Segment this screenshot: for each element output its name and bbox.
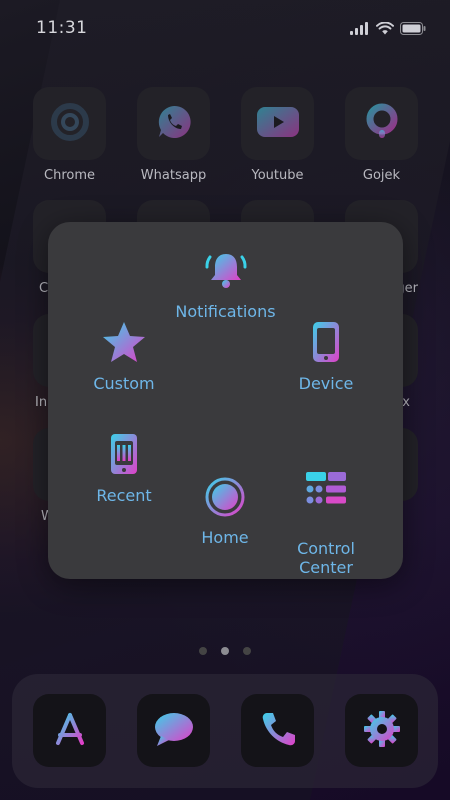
star-icon: [101, 320, 147, 368]
menu-device[interactable]: Device: [276, 320, 376, 393]
status-bar: 11:31: [0, 0, 450, 56]
assistive-touch-menu: Notifications Custom Device Recent Contr…: [48, 222, 403, 579]
youtube-icon: [256, 106, 299, 141]
menu-label: Recent: [96, 486, 152, 505]
menu-label: Notifications: [175, 302, 276, 321]
page-dot-active[interactable]: [221, 647, 229, 655]
gojek-icon: [362, 102, 402, 146]
status-icons: [350, 21, 426, 35]
settings-icon: [362, 709, 402, 753]
page-dot[interactable]: [243, 647, 251, 655]
page-indicator[interactable]: [0, 647, 450, 655]
app-store-icon: [50, 709, 90, 753]
menu-home[interactable]: Home: [175, 476, 275, 547]
menu-recent[interactable]: Recent: [74, 432, 174, 505]
menu-label: Control Center: [297, 539, 355, 577]
menu-custom[interactable]: Custom: [74, 320, 174, 393]
messages-icon: [153, 710, 195, 752]
page-dot[interactable]: [199, 647, 207, 655]
app-gojek[interactable]: Gojek: [345, 87, 418, 183]
app-whatsapp[interactable]: Whatsapp: [137, 87, 210, 183]
bell-icon: [204, 248, 248, 296]
chrome-icon: [50, 102, 90, 146]
home-button-icon: [204, 476, 246, 522]
device-icon: [311, 320, 341, 368]
control-center-icon: [304, 451, 348, 514]
battery-icon: [400, 21, 426, 35]
app-label: Whatsapp: [140, 168, 207, 183]
menu-control-center[interactable]: Control Center: [276, 432, 376, 596]
dock-phone[interactable]: [241, 694, 314, 767]
status-time: 11:31: [36, 18, 88, 38]
recent-apps-icon: [109, 432, 139, 480]
whatsapp-icon: [154, 102, 194, 146]
menu-notifications[interactable]: Notifications: [158, 248, 293, 321]
dock-app-store[interactable]: [33, 694, 106, 767]
app-youtube[interactable]: Youtube: [241, 87, 314, 183]
menu-label: Custom: [93, 374, 155, 393]
signal-icon: [350, 21, 370, 35]
menu-label: Device: [298, 374, 354, 393]
app-label: Youtube: [251, 168, 304, 183]
app-label: Gojek: [362, 168, 401, 183]
app-chrome[interactable]: Chrome: [33, 87, 106, 183]
dock-messages[interactable]: [137, 694, 210, 767]
dock-settings[interactable]: [345, 694, 418, 767]
phone-icon: [258, 709, 298, 753]
dock: [12, 674, 438, 788]
app-label: Chrome: [44, 168, 95, 183]
menu-label: Home: [201, 528, 249, 547]
wifi-icon: [376, 21, 394, 35]
